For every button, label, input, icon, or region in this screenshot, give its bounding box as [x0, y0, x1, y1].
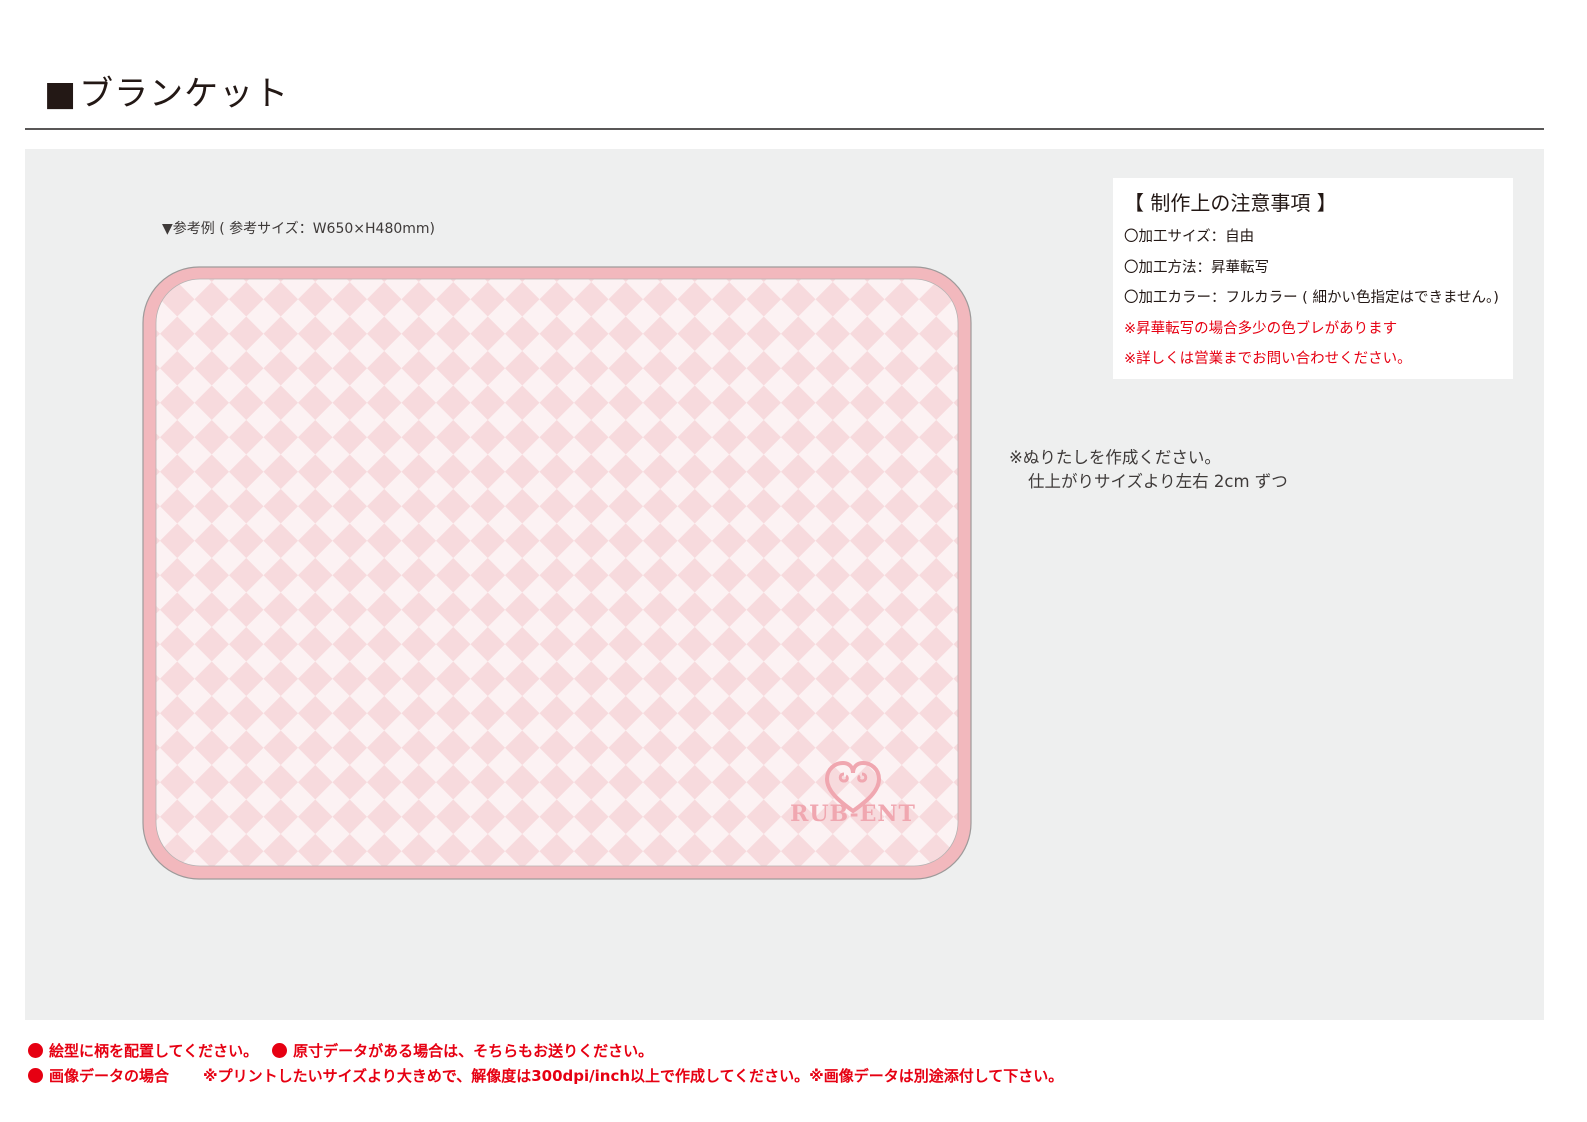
footer-row-1: 絵型に柄を配置してください。 原寸データがある場合は、そちらもお送りください。: [28, 1039, 1063, 1064]
footer-notes: 絵型に柄を配置してください。 原寸データがある場合は、そちらもお送りください。 画…: [28, 1039, 1063, 1089]
bleed-line-1: ※ぬりたしを作成ください。: [1009, 448, 1221, 467]
title-text: ブランケット: [79, 74, 290, 114]
bleed-line-2: 仕上がりサイズより左右 2cm ずつ: [1028, 472, 1288, 491]
title-square-marker: ■: [44, 74, 78, 114]
title-divider: [25, 128, 1544, 130]
logo-text: RUB-ENT: [790, 801, 916, 827]
note-item-color: 〇加工カラー：フルカラー ( 細かい色指定はできません。): [1124, 290, 1499, 306]
reference-size-label: ▼参考例 ( 参考サイズ：W650×H480mm): [162, 221, 435, 237]
bleed-instructions: ※ぬりたしを作成ください。 仕上がりサイズより左右 2cm ずつ: [1009, 446, 1288, 494]
footer-item-original-data: 原寸データがある場合は、そちらもお送りください。: [293, 1042, 654, 1060]
blanket-inner-pattern: [155, 278, 959, 867]
note-warning-color-shift: ※昇華転写の場合多少の色ブレがあります: [1124, 320, 1398, 337]
bullet-icon: [272, 1043, 288, 1058]
note-item-method: 〇加工方法：昇華転写: [1124, 259, 1269, 276]
note-item-size: 〇加工サイズ：自由: [1124, 229, 1255, 245]
footer-row-2: 画像データの場合 ※プリントしたいサイズより大きめで、解像度は300dpi/inc…: [28, 1064, 1063, 1089]
production-notes-box: 【 制作上の注意事項 】 〇加工サイズ：自由 〇加工方法：昇華転写 〇加工カラー…: [1113, 178, 1513, 379]
blanket-illustration: RUB-ENT: [142, 266, 972, 880]
footer-item-image-data-label: 画像データの場合: [49, 1067, 170, 1085]
footer-item-place-pattern: 絵型に柄を配置してください。: [49, 1042, 259, 1060]
bullet-icon: [28, 1068, 43, 1083]
notes-title: 【 制作上の注意事項 】: [1124, 191, 1337, 215]
page-title: ■ブランケット: [44, 72, 289, 116]
footer-item-image-data-text: ※プリントしたいサイズより大きめで、解像度は300dpi/inch以上で作成して…: [203, 1067, 1064, 1085]
bullet-icon: [28, 1043, 43, 1058]
note-warning-contact: ※詳しくは営業までお問い合わせください。: [1124, 351, 1412, 367]
blanket-template: RUB-ENT: [142, 266, 972, 880]
